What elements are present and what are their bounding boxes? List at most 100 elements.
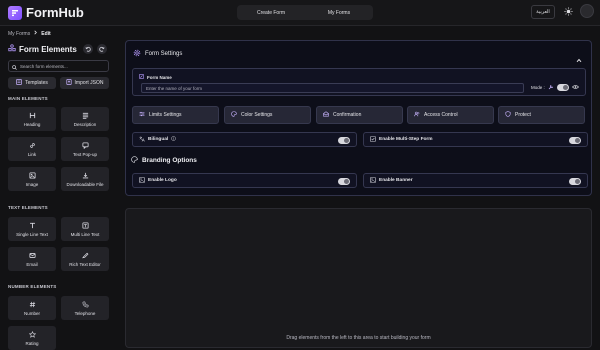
form-builder-canvas[interactable]: Drag elements from the left to this area…: [125, 208, 592, 348]
templates-button[interactable]: Templates: [8, 77, 56, 89]
banner-label: Enable Banner: [379, 178, 413, 183]
element-rich-text-editor-label: Rich Text Editor: [69, 261, 101, 267]
hash-icon: [29, 301, 35, 307]
theme-toggle-icon[interactable]: [562, 5, 574, 17]
access-control-button[interactable]: Access Control: [407, 106, 494, 124]
section-text-elements: TEXT ELEMENTS: [8, 205, 48, 210]
form-settings-title: Form Settings: [145, 51, 183, 57]
form-elements-sidebar: Form Elements Templates Import JSON MAIN…: [0, 40, 118, 350]
mode-toggle[interactable]: [556, 84, 569, 91]
phone-icon: [82, 301, 88, 307]
translate-icon: [139, 136, 145, 144]
protect-label: Protect: [515, 112, 531, 118]
form-name-label: Form Name: [139, 74, 172, 80]
limits-settings-label: Limits Settings: [149, 112, 182, 118]
link-icon: [29, 142, 35, 148]
breadcrumb: My Forms Edit: [8, 30, 51, 37]
canvas-hint: Drag elements from the left to this area…: [286, 335, 431, 341]
breadcrumb-my-forms[interactable]: My Forms: [8, 31, 30, 37]
form-name-label-text: Form Name: [147, 74, 172, 80]
sliders-icon: [139, 111, 145, 119]
form-settings-panel: Form Settings Form Name Mode : Limits Se…: [125, 40, 592, 196]
element-single-line-text-label: Single Line Text: [16, 231, 48, 237]
color-settings-label: Color Settings: [241, 112, 273, 118]
element-telephone-label: Telephone: [74, 310, 96, 316]
undo-icon: [85, 46, 91, 52]
banner-toggle[interactable]: [569, 178, 581, 185]
main-nav: Create Form My Forms: [237, 5, 373, 20]
bilingual-label: Bilingual: [148, 137, 169, 142]
confirmation-button[interactable]: Confirmation: [316, 106, 403, 124]
element-multi-line-text[interactable]: Multi Line Text: [61, 217, 109, 241]
multistep-toggle[interactable]: [569, 137, 581, 144]
edit-icon: [139, 74, 144, 80]
protect-button[interactable]: Protect: [498, 106, 585, 124]
description-icon: [82, 112, 88, 119]
element-link[interactable]: Link: [8, 137, 56, 161]
element-multi-line-text-label: Multi Line Text: [70, 231, 100, 237]
form-name-input[interactable]: [141, 83, 524, 93]
color-settings-button[interactable]: Color Settings: [224, 106, 311, 124]
logo-label: Enable Logo: [148, 178, 177, 183]
element-description-label: Description: [73, 121, 97, 127]
banner-option: Enable Banner: [363, 173, 588, 188]
search-input[interactable]: [20, 63, 105, 69]
tools-icon: [548, 84, 554, 91]
image-icon: [139, 176, 145, 185]
templates-label: Templates: [25, 80, 48, 86]
element-rich-text-editor[interactable]: Rich Text Editor: [61, 247, 109, 271]
image-icon: [370, 176, 376, 185]
chevron-right-icon: [33, 30, 38, 37]
templates-icon: [16, 79, 22, 87]
import-json-button[interactable]: Import JSON: [60, 77, 109, 89]
checkbox-icon: [370, 135, 376, 144]
element-text-popup[interactable]: Text Pop-up: [61, 137, 109, 161]
element-heading[interactable]: Heading: [8, 107, 56, 131]
sidebar-title-text: Form Elements: [19, 44, 77, 54]
search-box: [8, 60, 109, 72]
nav-create-form[interactable]: Create Form: [237, 5, 305, 20]
eye-icon: [571, 84, 579, 91]
bilingual-toggle[interactable]: [338, 137, 350, 144]
element-number[interactable]: Number: [8, 296, 56, 320]
limits-settings-button[interactable]: Limits Settings: [132, 106, 219, 124]
collapse-chevron-icon[interactable]: [576, 50, 582, 68]
text-icon: [29, 222, 35, 228]
language-button[interactable]: العربية: [531, 5, 555, 19]
elements-icon: [8, 44, 16, 54]
info-icon[interactable]: [171, 136, 177, 143]
element-downloadable-file-label: Downloadable File: [66, 181, 104, 187]
top-bar: FormHub Create Form My Forms العربية: [0, 0, 600, 26]
form-name-group: Form Name Mode :: [132, 68, 586, 96]
app-logo[interactable]: FormHub: [8, 5, 84, 20]
form-settings-header[interactable]: Form Settings: [133, 49, 182, 59]
mode-control: Mode :: [531, 84, 579, 91]
undo-button[interactable]: [83, 44, 93, 54]
email-icon: [28, 252, 36, 258]
download-icon: [82, 172, 88, 178]
heading-icon: [29, 112, 35, 118]
element-description[interactable]: Description: [61, 107, 109, 131]
multiline-icon: [81, 221, 89, 229]
logo-option: Enable Logo: [132, 173, 357, 188]
image-icon: [28, 171, 36, 179]
element-downloadable-file[interactable]: Downloadable File: [61, 167, 109, 191]
element-single-line-text[interactable]: Single Line Text: [8, 217, 56, 241]
breadcrumb-current: Edit: [41, 30, 51, 37]
element-email[interactable]: Email: [8, 247, 56, 271]
multistep-label: Enable Multi-Step Form: [379, 137, 433, 142]
nav-my-forms[interactable]: My Forms: [305, 5, 373, 20]
redo-button[interactable]: [97, 44, 107, 54]
element-image[interactable]: Image: [8, 167, 56, 191]
user-avatar[interactable]: [580, 4, 594, 18]
import-json-label: Import JSON: [74, 80, 104, 86]
settings-icon: [133, 49, 141, 59]
redo-icon: [99, 46, 105, 52]
section-main-elements: MAIN ELEMENTS: [8, 96, 48, 101]
logo-toggle[interactable]: [338, 178, 350, 185]
element-heading-label: Heading: [23, 121, 41, 127]
element-rating[interactable]: Rating: [8, 326, 56, 350]
element-link-label: Link: [27, 151, 37, 157]
mail-open-icon: [323, 111, 329, 119]
element-telephone[interactable]: Telephone: [61, 296, 109, 320]
